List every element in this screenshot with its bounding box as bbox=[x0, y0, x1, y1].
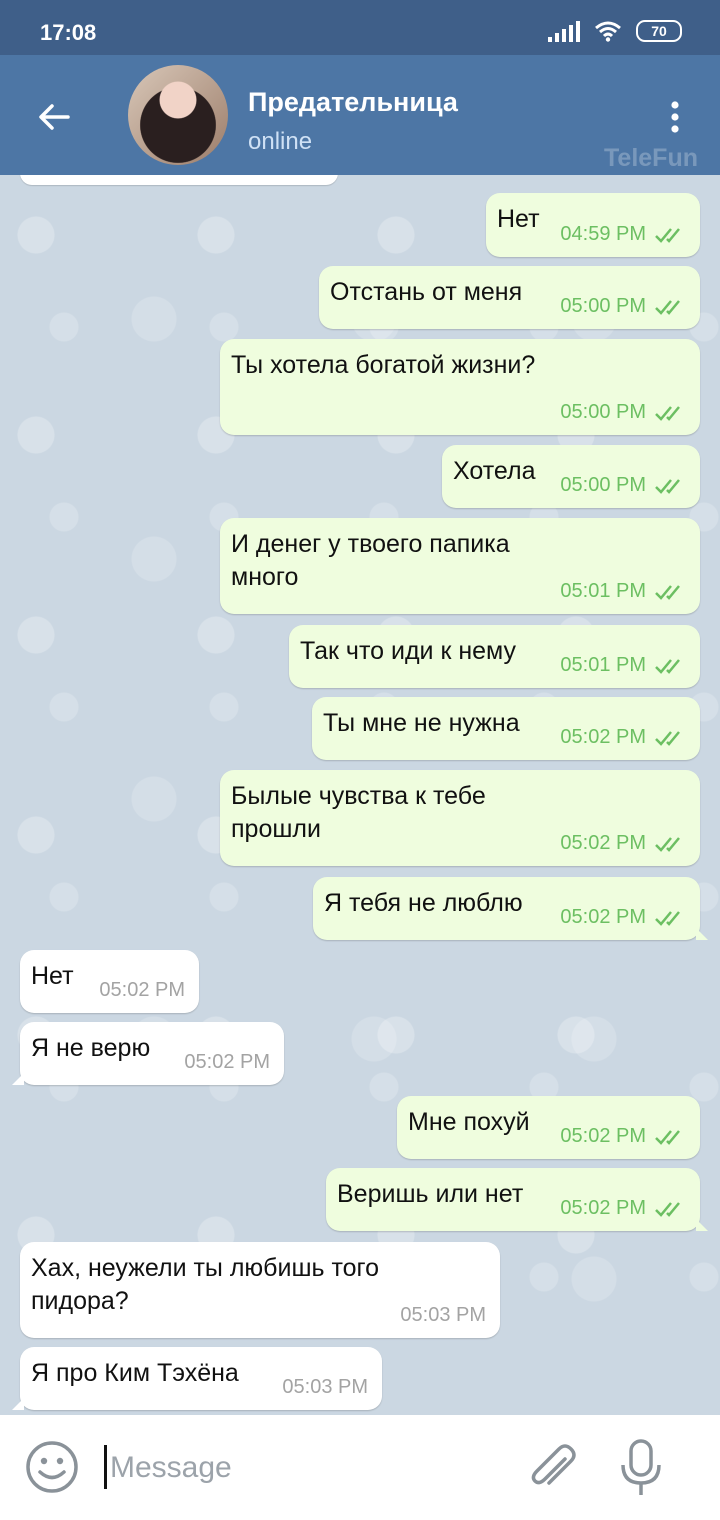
message-meta: 05:03 PM bbox=[400, 1304, 486, 1327]
message-time: 05:01 PM bbox=[560, 654, 646, 676]
message-text: Хах, неужели ты любишь того пидора? bbox=[31, 1254, 380, 1315]
message-time: 05:00 PM bbox=[560, 474, 646, 496]
wifi-icon bbox=[595, 21, 621, 42]
message-text: Хотела bbox=[453, 457, 536, 485]
read-ticks-icon bbox=[655, 584, 680, 600]
watermark: TeleFun bbox=[604, 144, 698, 172]
message-bubble[interactable]: Отстань от меня 05:00 PM bbox=[319, 266, 700, 329]
attach-icon[interactable] bbox=[525, 1441, 581, 1497]
message-bubble[interactable]: Мне похуй 05:02 PM bbox=[397, 1096, 700, 1159]
chat-header: Предательница online TeleFun bbox=[0, 55, 720, 175]
read-ticks-icon bbox=[655, 299, 680, 315]
text-cursor bbox=[104, 1445, 107, 1489]
read-ticks-icon bbox=[655, 730, 680, 746]
message-meta: 05:03 PM bbox=[282, 1376, 368, 1399]
status-time: 17:08 bbox=[40, 20, 97, 45]
contact-name[interactable]: Предательница bbox=[248, 87, 458, 118]
message-text: Отстань от меня bbox=[330, 278, 523, 306]
message-time: 05:00 PM bbox=[560, 401, 646, 423]
message-time: 05:02 PM bbox=[184, 1051, 270, 1073]
message-bubble[interactable]: Я тебя не люблю 05:02 PM bbox=[313, 877, 708, 940]
emoji-icon[interactable] bbox=[24, 1439, 80, 1495]
message-text: Мне похуй bbox=[408, 1108, 530, 1136]
message-text: Я про Ким Тэхёна bbox=[31, 1359, 239, 1387]
battery-icon: 70 bbox=[636, 20, 682, 42]
message-bubble[interactable]: Хотела 05:00 PM bbox=[442, 445, 700, 508]
message-text: И денег у твоего папика много bbox=[231, 530, 510, 591]
message-bubble[interactable]: Ты хотела богатой жизни? 05:00 PM bbox=[220, 339, 700, 435]
message-time: 05:03 PM bbox=[400, 1304, 486, 1326]
message-bubble[interactable]: Былые чувства к тебе прошли 05:02 PM bbox=[220, 770, 700, 866]
message-meta: 05:02 PM bbox=[560, 906, 686, 929]
message-bubble[interactable]: Нет 04:59 PM bbox=[486, 193, 700, 257]
message-text: Я не верю bbox=[31, 1034, 151, 1062]
read-ticks-icon bbox=[655, 1129, 680, 1145]
microphone-icon[interactable] bbox=[615, 1437, 667, 1499]
message-meta: 05:02 PM bbox=[560, 1125, 686, 1148]
message-meta: 05:02 PM bbox=[99, 979, 185, 1002]
message-list[interactable]: Нет 04:59 PM Отстань от меня 05:00 PM Ты… bbox=[0, 175, 720, 1415]
read-ticks-icon bbox=[655, 836, 680, 852]
message-time: 05:00 PM bbox=[560, 295, 646, 317]
contact-avatar[interactable] bbox=[128, 65, 228, 165]
message-time: 05:02 PM bbox=[560, 1197, 646, 1219]
message-meta: 05:02 PM bbox=[560, 1197, 686, 1220]
partial-message bbox=[20, 175, 338, 185]
message-text: Я тебя не люблю bbox=[324, 889, 523, 917]
message-bubble[interactable]: Нет 05:02 PM bbox=[20, 950, 199, 1013]
read-ticks-icon bbox=[655, 658, 680, 674]
message-meta: 04:59 PM bbox=[560, 223, 686, 246]
message-meta: 05:00 PM bbox=[560, 295, 686, 318]
message-time: 05:02 PM bbox=[560, 1125, 646, 1147]
message-text: Нет bbox=[31, 962, 74, 990]
status-icons: 70 bbox=[548, 20, 682, 42]
read-ticks-icon bbox=[655, 405, 680, 421]
message-text: Нет bbox=[497, 205, 540, 233]
message-meta: 05:01 PM bbox=[560, 654, 686, 677]
message-bubble[interactable]: Хах, неужели ты любишь того пидора? 05:0… bbox=[20, 1242, 500, 1338]
message-meta: 05:02 PM bbox=[184, 1051, 270, 1074]
message-meta: 05:00 PM bbox=[560, 474, 686, 497]
message-meta: 05:02 PM bbox=[560, 726, 686, 749]
read-ticks-icon bbox=[655, 227, 680, 243]
message-bubble[interactable]: Так что иди к нему 05:01 PM bbox=[289, 625, 700, 688]
more-options-icon[interactable] bbox=[660, 97, 690, 137]
status-bar: 17:08 70 bbox=[0, 0, 720, 55]
message-input-bar bbox=[0, 1415, 720, 1520]
contact-status: online bbox=[248, 128, 313, 155]
message-bubble[interactable]: Я про Ким Тэхёна 05:03 PM bbox=[12, 1347, 382, 1410]
signal-icon bbox=[548, 20, 580, 42]
message-text: Ты хотела богатой жизни? bbox=[231, 351, 536, 379]
message-bubble[interactable]: Я не верю 05:02 PM bbox=[12, 1022, 284, 1085]
message-time: 05:02 PM bbox=[560, 906, 646, 928]
message-time: 05:02 PM bbox=[560, 832, 646, 854]
message-meta: 05:02 PM bbox=[560, 832, 686, 855]
message-time: 05:03 PM bbox=[282, 1376, 368, 1398]
message-bubble[interactable]: Ты мне не нужна 05:02 PM bbox=[312, 697, 700, 760]
message-time: 05:01 PM bbox=[560, 580, 646, 602]
message-input[interactable] bbox=[108, 1443, 512, 1493]
message-time: 04:59 PM bbox=[560, 223, 646, 245]
message-bubble[interactable]: Веришь или нет 05:02 PM bbox=[326, 1168, 708, 1231]
back-arrow-icon[interactable] bbox=[34, 97, 74, 137]
message-time: 05:02 PM bbox=[99, 979, 185, 1001]
read-ticks-icon bbox=[655, 910, 680, 926]
message-text: Былые чувства к тебе прошли bbox=[231, 782, 486, 843]
read-ticks-icon bbox=[655, 478, 680, 494]
message-bubble[interactable]: И денег у твоего папика много 05:01 PM bbox=[220, 518, 700, 614]
message-meta: 05:00 PM bbox=[560, 401, 686, 424]
message-meta: 05:01 PM bbox=[560, 580, 686, 603]
message-time: 05:02 PM bbox=[560, 726, 646, 748]
message-text: Так что иди к нему bbox=[300, 637, 517, 665]
message-text: Веришь или нет bbox=[337, 1180, 524, 1208]
read-ticks-icon bbox=[655, 1201, 680, 1217]
message-text: Ты мне не нужна bbox=[323, 709, 520, 737]
